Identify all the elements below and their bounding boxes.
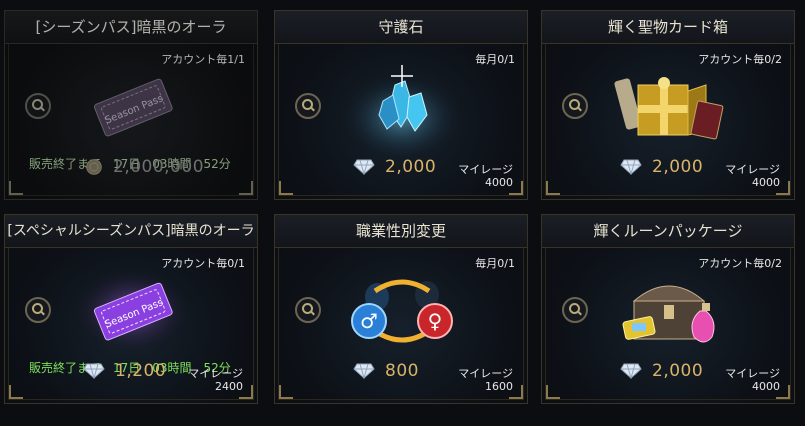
mileage-label: マイレージ xyxy=(458,367,513,380)
frame-corner xyxy=(239,181,253,195)
price-row: 2,000 xyxy=(620,157,703,177)
mileage-value: 4000 xyxy=(752,380,780,393)
guardian-stone-crystal-icon xyxy=(342,65,462,157)
shop-card-rune-package[interactable]: 輝くルーンパッケージ アカウント毎0/2 2,000 マイレージ 4000 xyxy=(541,214,795,404)
purchase-limit: 毎月0/1 xyxy=(475,257,515,270)
mileage: マイレージ 2400 xyxy=(188,367,243,393)
diamond-icon xyxy=(620,159,642,175)
shop-card-guardian-stone[interactable]: 守護石 毎月0/1 2,000 マイレージ 4000 xyxy=(274,10,528,200)
diamond-icon xyxy=(83,363,105,379)
mileage-label: マイレージ xyxy=(725,367,780,380)
card-title: 輝く聖物カード箱 xyxy=(542,11,794,44)
price-row: 800 xyxy=(353,361,419,381)
price-row: 2,000,000 xyxy=(85,157,204,177)
mileage-label: マイレージ xyxy=(458,163,513,176)
diamond-icon xyxy=(620,363,642,379)
frame-corner xyxy=(279,181,293,195)
magnifier-icon[interactable] xyxy=(25,93,51,119)
frame-corner xyxy=(509,385,523,399)
price-row: 2,000 xyxy=(353,157,436,177)
diamond-icon xyxy=(353,363,375,379)
price: 2,000 xyxy=(385,157,437,177)
price: 800 xyxy=(385,361,419,381)
price-row: 2,000 xyxy=(620,361,703,381)
card-title: 輝くルーンパッケージ xyxy=(542,215,794,248)
mileage-value: 4000 xyxy=(752,176,780,189)
card-title: 守護石 xyxy=(275,11,527,44)
card-title: [スペシャルシーズンパス]暗黒のオーラ xyxy=(5,215,257,248)
frame-corner xyxy=(776,181,790,195)
mileage-label: マイレージ xyxy=(188,367,243,380)
card-title: 職業性別変更 xyxy=(275,215,527,248)
card-title: [シーズンパス]暗黒のオーラ xyxy=(5,11,257,44)
shop-card-special-season-pass[interactable]: [スペシャルシーズンパス]暗黒のオーラ アカウント毎0/1 Season Pas… xyxy=(4,214,258,404)
frame-corner xyxy=(546,181,560,195)
gold-coin-icon xyxy=(86,159,102,175)
frame-corner xyxy=(509,181,523,195)
mileage-value: 4000 xyxy=(485,176,513,189)
season-pass-ticket-icon: Season Pass xyxy=(93,78,173,137)
price: 2,000,000 xyxy=(113,157,205,177)
frame-corner xyxy=(546,385,560,399)
mileage-value: 2400 xyxy=(215,380,243,393)
frame-corner xyxy=(9,181,23,195)
mileage: マイレージ 4000 xyxy=(725,163,780,189)
rune-package-chest-icon xyxy=(622,285,715,343)
gender-change-icon: ♂ ♀ xyxy=(351,279,453,343)
mileage-label: マイレージ xyxy=(725,163,780,176)
frame-corner xyxy=(279,385,293,399)
purchase-limit: 毎月0/1 xyxy=(475,53,515,66)
mileage: マイレージ 1600 xyxy=(458,367,513,393)
svg-text:♂: ♂ xyxy=(360,309,378,333)
magnifier-icon[interactable] xyxy=(562,297,588,323)
frame-corner xyxy=(776,385,790,399)
shop-card-season-pass[interactable]: [シーズンパス]暗黒のオーラ アカウント毎1/1 Season Pass 販売終… xyxy=(4,10,258,200)
relic-card-box-icon xyxy=(614,77,724,140)
frame-corner xyxy=(9,385,23,399)
svg-text:♀: ♀ xyxy=(428,309,443,333)
shop-card-class-gender-change[interactable]: 職業性別変更 毎月0/1 ♂ ♀ 800 マイレージ 1600 xyxy=(274,214,528,404)
mileage: マイレージ 4000 xyxy=(725,367,780,393)
mileage-value: 1600 xyxy=(485,380,513,393)
price-row: 1,200 xyxy=(83,361,166,381)
shop-card-relic-card-box[interactable]: 輝く聖物カード箱 アカウント毎0/2 2,000 マイレージ 4000 xyxy=(541,10,795,200)
price: 2,000 xyxy=(652,157,704,177)
magnifier-icon[interactable] xyxy=(295,93,321,119)
magnifier-icon[interactable] xyxy=(562,93,588,119)
special-season-pass-ticket-icon: Season Pass xyxy=(74,269,190,353)
mileage: マイレージ 4000 xyxy=(458,163,513,189)
diamond-icon xyxy=(353,159,375,175)
price: 1,200 xyxy=(115,361,167,381)
magnifier-icon[interactable] xyxy=(295,297,321,323)
frame-corner xyxy=(239,385,253,399)
magnifier-icon[interactable] xyxy=(25,297,51,323)
price: 2,000 xyxy=(652,361,704,381)
